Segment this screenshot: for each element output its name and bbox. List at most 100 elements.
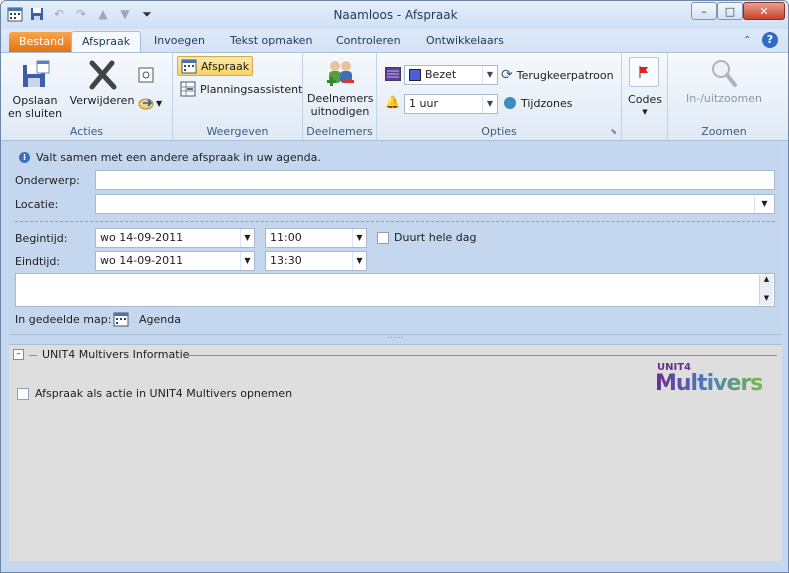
all-day-toggle[interactable]: Duurt hele dag: [377, 231, 477, 244]
location-input[interactable]: ▼: [95, 194, 775, 214]
chevron-down-icon[interactable]: ▼: [754, 195, 774, 213]
end-date-value: wo 14-09-2011: [100, 254, 184, 267]
delete-button[interactable]: Verwijderen: [69, 59, 135, 107]
afspraak-view-label: Afspraak: [201, 59, 250, 73]
divider: [15, 221, 775, 222]
tab-afspraak[interactable]: Afspraak: [71, 31, 142, 53]
time-zones-button[interactable]: Tijdzones: [503, 96, 572, 110]
window: ↶ ↷ ▲ ▼ ⏷ Naamloos - Afspraak – □ ✕ Best…: [0, 0, 789, 573]
reminder-select[interactable]: 1 uur ▼: [404, 94, 498, 114]
chevron-down-icon[interactable]: ▼: [352, 229, 366, 247]
subject-input[interactable]: [95, 170, 775, 190]
chevron-down-icon[interactable]: ▼: [240, 252, 254, 270]
chevron-down-icon: ▼: [642, 108, 648, 116]
help-icon[interactable]: ?: [762, 32, 778, 48]
show-as-value: Bezet: [425, 68, 457, 81]
location-label: Locatie:: [15, 198, 59, 211]
zoom-label: In-/uitzoomen: [686, 92, 762, 105]
scroll-down-icon[interactable]: ▼: [760, 294, 773, 303]
header-rule-left: [29, 355, 37, 356]
multivers-action-toggle[interactable]: Afspraak als actie in UNIT4 Multivers op…: [17, 387, 292, 400]
start-date-picker[interactable]: wo 14-09-2011 ▼: [95, 228, 255, 248]
header-rule: [185, 355, 777, 356]
scroll-up-icon[interactable]: ▲: [760, 275, 773, 284]
chevron-down-icon[interactable]: ▼: [482, 95, 497, 113]
ribbon-tabs: Bestand Afspraak Invoegen Tekst opmaken …: [1, 29, 788, 54]
group-acties: Opslaan en sluiten Verwijderen ▼ Acties: [1, 53, 173, 140]
delete-label: Verwijderen: [69, 94, 135, 107]
subject-label: Onderwerp:: [15, 174, 80, 187]
recurrence-icon: ⟳: [501, 67, 513, 83]
follow-up-flag-icon[interactable]: [629, 57, 659, 87]
group-deelnemers-label: Deelnemers: [306, 125, 373, 138]
group-acties-label: Acties: [69, 125, 104, 138]
end-time-picker[interactable]: 13:30 ▼: [265, 251, 367, 271]
people-icon: [324, 57, 356, 89]
multivers-header: UNIT4 Multivers Informatie: [42, 348, 190, 361]
calendar-view-icon[interactable]: [138, 67, 154, 86]
time-zones-label: Tijdzones: [521, 96, 573, 110]
maximize-button[interactable]: □: [717, 2, 743, 20]
tab-file[interactable]: Bestand: [9, 32, 75, 54]
bell-icon: 🔔: [385, 95, 400, 109]
collapse-button[interactable]: –: [13, 349, 24, 360]
recurrence-label: Terugkeerpatroon: [516, 68, 614, 82]
forward-icon[interactable]: ▼: [138, 95, 162, 111]
minimize-button[interactable]: –: [691, 2, 717, 20]
tab-ontwikkelaars[interactable]: Ontwikkelaars: [416, 31, 514, 53]
globe-icon: [504, 97, 516, 109]
minimize-ribbon-icon[interactable]: ⌃: [743, 35, 751, 46]
multivers-section: – UNIT4 Multivers Informatie UNIT4 Multi…: [9, 344, 782, 561]
chevron-down-icon[interactable]: ▼: [352, 252, 366, 270]
group-weergeven: Afspraak Planningsassistent Weergeven: [173, 53, 303, 140]
group-zoomen: In-/uitzoomen Zoomen: [668, 53, 780, 140]
planning-assistant-button[interactable]: Planningsassistent: [180, 81, 302, 97]
close-button[interactable]: ✕: [743, 2, 785, 20]
save-close-icon: [19, 59, 51, 91]
tab-tekst-opmaken[interactable]: Tekst opmaken: [220, 31, 322, 53]
notes-scrollbar[interactable]: ▲ ▼: [759, 275, 773, 305]
start-time-picker[interactable]: 11:00 ▼: [265, 228, 367, 248]
notes-textarea[interactable]: ▲ ▼: [15, 273, 775, 307]
zoom-button[interactable]: In-/uitzoomen: [670, 57, 778, 105]
group-codes: Codes ▼: [622, 53, 668, 140]
show-as-icon: [384, 66, 402, 84]
save-close-button[interactable]: Opslaan en sluiten: [7, 59, 63, 120]
shared-folder-value: Agenda: [139, 313, 181, 326]
end-time-value: 13:30: [270, 254, 302, 267]
tab-invoegen[interactable]: Invoegen: [144, 31, 215, 53]
splitter-handle[interactable]: ⋯⋯: [9, 334, 782, 342]
busy-color-swatch: [409, 69, 421, 81]
all-day-label: Duurt hele dag: [394, 231, 477, 244]
recurrence-button[interactable]: ⟳ Terugkeerpatroon: [501, 67, 614, 83]
end-time-label: Eindtijd:: [15, 255, 61, 268]
end-date-picker[interactable]: wo 14-09-2011 ▼: [95, 251, 255, 271]
multivers-action-checkbox[interactable]: [17, 387, 29, 400]
planning-grid-icon: [180, 81, 196, 97]
group-opties: Bezet ▼ ⟳ Terugkeerpatroon 🔔 1 uur ▼ Tij…: [377, 53, 622, 140]
magnifier-icon: [708, 57, 740, 89]
invite-attendees-label: Deelnemers uitnodigen: [307, 92, 374, 118]
invite-attendees-button[interactable]: Deelnemers uitnodigen: [307, 57, 374, 118]
group-opties-label: Opties: [481, 125, 517, 138]
ribbon: Opslaan en sluiten Verwijderen ▼ Acties …: [1, 52, 788, 141]
title-bar: ↶ ↷ ▲ ▼ ⏷ Naamloos - Afspraak – □ ✕: [1, 1, 788, 29]
all-day-checkbox[interactable]: [377, 231, 389, 244]
logo-multivers-text: Multivers: [655, 371, 763, 396]
group-zoomen-label: Zoomen: [701, 125, 747, 138]
group-deelnemers: Deelnemers uitnodigen Deelnemers: [303, 53, 377, 140]
chevron-down-icon[interactable]: ▼: [240, 229, 254, 247]
start-date-value: wo 14-09-2011: [100, 231, 184, 244]
calendar-folder-icon: [113, 311, 129, 330]
tab-controleren[interactable]: Controleren: [326, 31, 411, 53]
multivers-action-label: Afspraak als actie in UNIT4 Multivers op…: [35, 387, 293, 400]
codes-button[interactable]: Codes ▼: [624, 93, 666, 119]
delete-icon: [86, 59, 118, 91]
conflict-infobar: i Valt samen met een andere afspraak in …: [19, 151, 321, 164]
chevron-down-icon[interactable]: ▼: [482, 66, 497, 84]
codes-label: Codes: [628, 93, 662, 106]
afspraak-view-button[interactable]: Afspraak: [177, 56, 254, 76]
start-time-value: 11:00: [270, 231, 302, 244]
show-as-select[interactable]: Bezet ▼: [404, 65, 498, 85]
info-icon: i: [19, 152, 30, 163]
